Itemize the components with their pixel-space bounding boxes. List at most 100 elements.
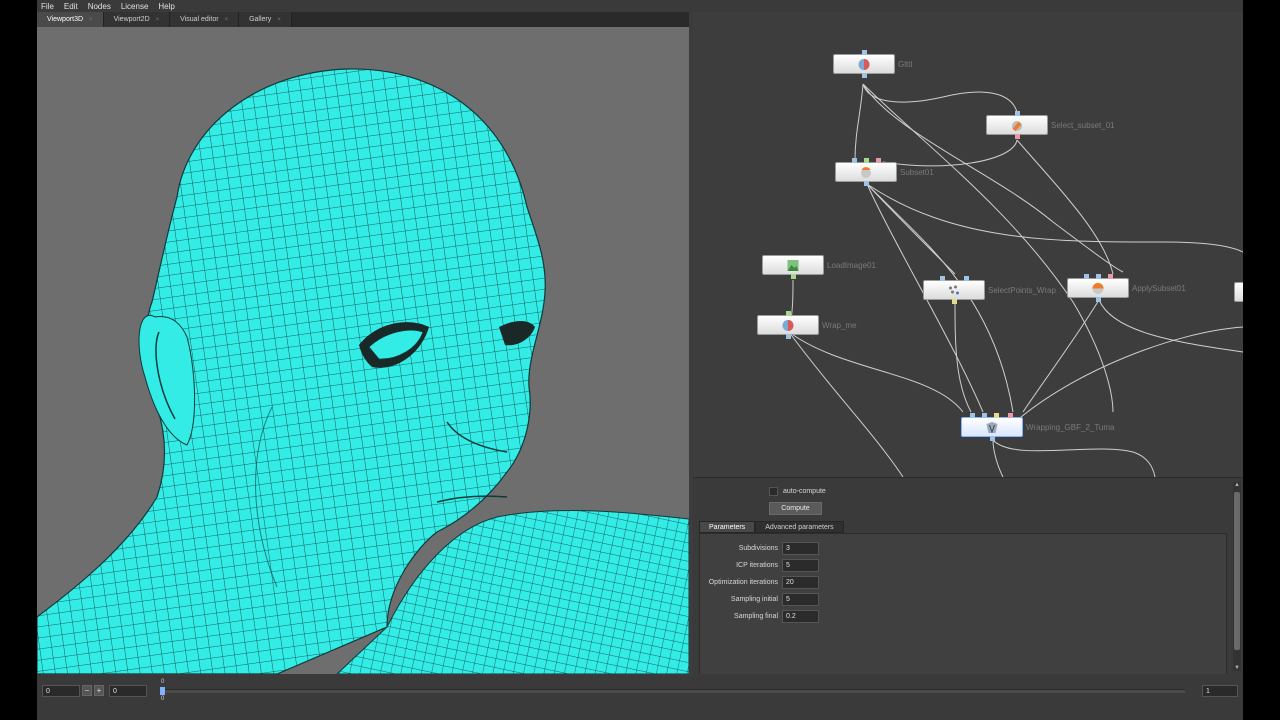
scroll-down-icon[interactable]: ▼ (1234, 665, 1240, 671)
output-port[interactable] (786, 334, 791, 339)
input-port[interactable] (970, 413, 975, 418)
timeline-bar: 0 − + 0 0 0 1 (37, 674, 1243, 720)
points-icon (949, 285, 959, 295)
node-label: Select_subset_01 (1051, 121, 1115, 130)
menu-edit[interactable]: Edit (64, 2, 78, 11)
sampling-final-input[interactable]: 0.2 (782, 610, 819, 623)
parameters-form: Subdivisions 3 ICP iterations 5 Optimiza… (699, 533, 1227, 675)
output-port[interactable] (990, 436, 995, 441)
timeline-playhead[interactable] (160, 687, 165, 695)
tab-label: Gallery (249, 16, 272, 23)
auto-compute-toggle[interactable]: auto-compute (769, 487, 826, 496)
input-port[interactable] (862, 50, 867, 55)
node-graph-editor[interactable]: Glttl Select_subset_01 Subset01 LoadImag… (693, 12, 1243, 477)
timeline-increment-button[interactable]: + (94, 685, 104, 696)
tab-visual-editor[interactable]: Visual editor × (170, 12, 240, 27)
output-port[interactable] (864, 181, 869, 186)
node-wrapping[interactable]: Wrapping_GBF_2_Tuma (961, 413, 1115, 441)
node-label: SelectPoints_Wrap (988, 286, 1056, 295)
tab-gallery[interactable]: Gallery × (239, 12, 292, 27)
sphere-icon (858, 59, 870, 70)
input-port[interactable] (864, 158, 869, 163)
tab-advanced-parameters[interactable]: Advanced parameters (755, 521, 844, 533)
close-icon[interactable]: × (277, 17, 281, 23)
param-label: Sampling initial (730, 596, 778, 603)
icp-iterations-input[interactable]: 5 (782, 559, 819, 572)
app-window: File Edit Nodes License Help Viewport3D ×… (37, 0, 1243, 720)
close-icon[interactable]: × (89, 17, 93, 23)
brush-icon (1012, 121, 1022, 131)
tab-parameters[interactable]: Parameters (699, 521, 756, 533)
input-port[interactable] (1015, 111, 1020, 116)
node-select-points[interactable]: SelectPoints_Wrap (923, 276, 1056, 304)
timeline-track[interactable] (161, 689, 1185, 693)
input-port[interactable] (852, 158, 857, 163)
node-label: Subset01 (900, 168, 934, 177)
node-select-subset[interactable]: Select_subset_01 (986, 111, 1115, 139)
input-port[interactable] (964, 276, 969, 281)
input-port[interactable] (994, 413, 999, 418)
menu-bar: File Edit Nodes License Help (37, 0, 1243, 12)
optimization-iterations-input[interactable]: 20 (782, 576, 819, 589)
input-port[interactable] (876, 158, 881, 163)
tab-viewport3d[interactable]: Viewport3D × (37, 12, 104, 27)
menu-file[interactable]: File (41, 2, 54, 11)
close-icon[interactable]: × (225, 17, 229, 23)
parameters-panel: auto-compute Compute Parameters Advanced… (693, 477, 1243, 675)
input-port[interactable] (786, 311, 791, 316)
menu-help[interactable]: Help (158, 2, 174, 11)
param-label: Subdivisions (738, 545, 778, 552)
param-label: ICP iterations (736, 562, 778, 569)
menu-nodes[interactable]: Nodes (88, 2, 111, 11)
node-label: Wrap_me (822, 321, 857, 330)
compute-button[interactable]: Compute (769, 502, 822, 515)
parameters-scrollbar[interactable]: ▲ ▼ (1233, 482, 1241, 671)
node-load-image[interactable]: LoadImage01 (762, 255, 876, 279)
param-icp-iterations: ICP iterations 5 (700, 559, 920, 573)
wrap-icon (986, 422, 998, 434)
input-port[interactable] (1084, 274, 1089, 279)
timeline-current-field[interactable]: 0 (109, 685, 147, 697)
tab-label: Visual editor (180, 16, 219, 23)
input-port[interactable] (982, 413, 987, 418)
image-icon (787, 260, 799, 271)
tab-viewport2d[interactable]: Viewport2D × (103, 12, 171, 27)
timeline-decrement-button[interactable]: − (82, 685, 92, 696)
subdivisions-input[interactable]: 3 (782, 542, 819, 555)
input-port[interactable] (1108, 274, 1113, 279)
timeline-marker-label: 0 (161, 679, 165, 685)
node-label: LoadImage01 (827, 261, 876, 270)
timeline-end-field[interactable]: 1 (1202, 685, 1238, 697)
param-label: Sampling final (734, 613, 778, 620)
output-port[interactable] (1015, 134, 1020, 139)
timeline-marker-label: 0 (161, 696, 165, 702)
sampling-initial-input[interactable]: 5 (782, 593, 819, 606)
node-wrap-me[interactable]: Wrap_me (757, 311, 857, 339)
auto-compute-checkbox[interactable] (769, 487, 778, 496)
output-port[interactable] (952, 299, 957, 304)
viewport-3d-canvas[interactable] (37, 27, 689, 674)
auto-compute-label: auto-compute (783, 488, 826, 495)
node-offscreen[interactable] (1234, 282, 1243, 302)
parameters-tab-bar: Parameters Advanced parameters (699, 521, 844, 533)
scroll-up-icon[interactable]: ▲ (1234, 482, 1240, 488)
close-icon[interactable]: × (156, 17, 160, 23)
output-port[interactable] (862, 73, 867, 78)
input-port[interactable] (1008, 413, 1013, 418)
tab-label: Viewport3D (47, 16, 84, 23)
output-port[interactable] (791, 274, 796, 279)
output-port[interactable] (1096, 297, 1101, 302)
node-subset[interactable]: Subset01 (835, 158, 934, 186)
input-port[interactable] (940, 276, 945, 281)
node-gltfl[interactable]: Glttl (833, 50, 912, 78)
sphere-icon (782, 320, 794, 331)
input-port[interactable] (1096, 274, 1101, 279)
node-label: Glttl (898, 60, 913, 69)
param-sampling-initial: Sampling initial 5 (700, 593, 920, 607)
timeline-start-field[interactable]: 0 (42, 685, 80, 697)
node-apply-subset[interactable]: ApplySubset01 (1067, 274, 1186, 302)
viewport-tab-bar: Viewport3D × Viewport2D × Visual editor × G… (37, 12, 689, 27)
node-connections (788, 83, 1243, 477)
scrollbar-thumb[interactable] (1234, 492, 1240, 650)
menu-license[interactable]: License (121, 2, 149, 11)
